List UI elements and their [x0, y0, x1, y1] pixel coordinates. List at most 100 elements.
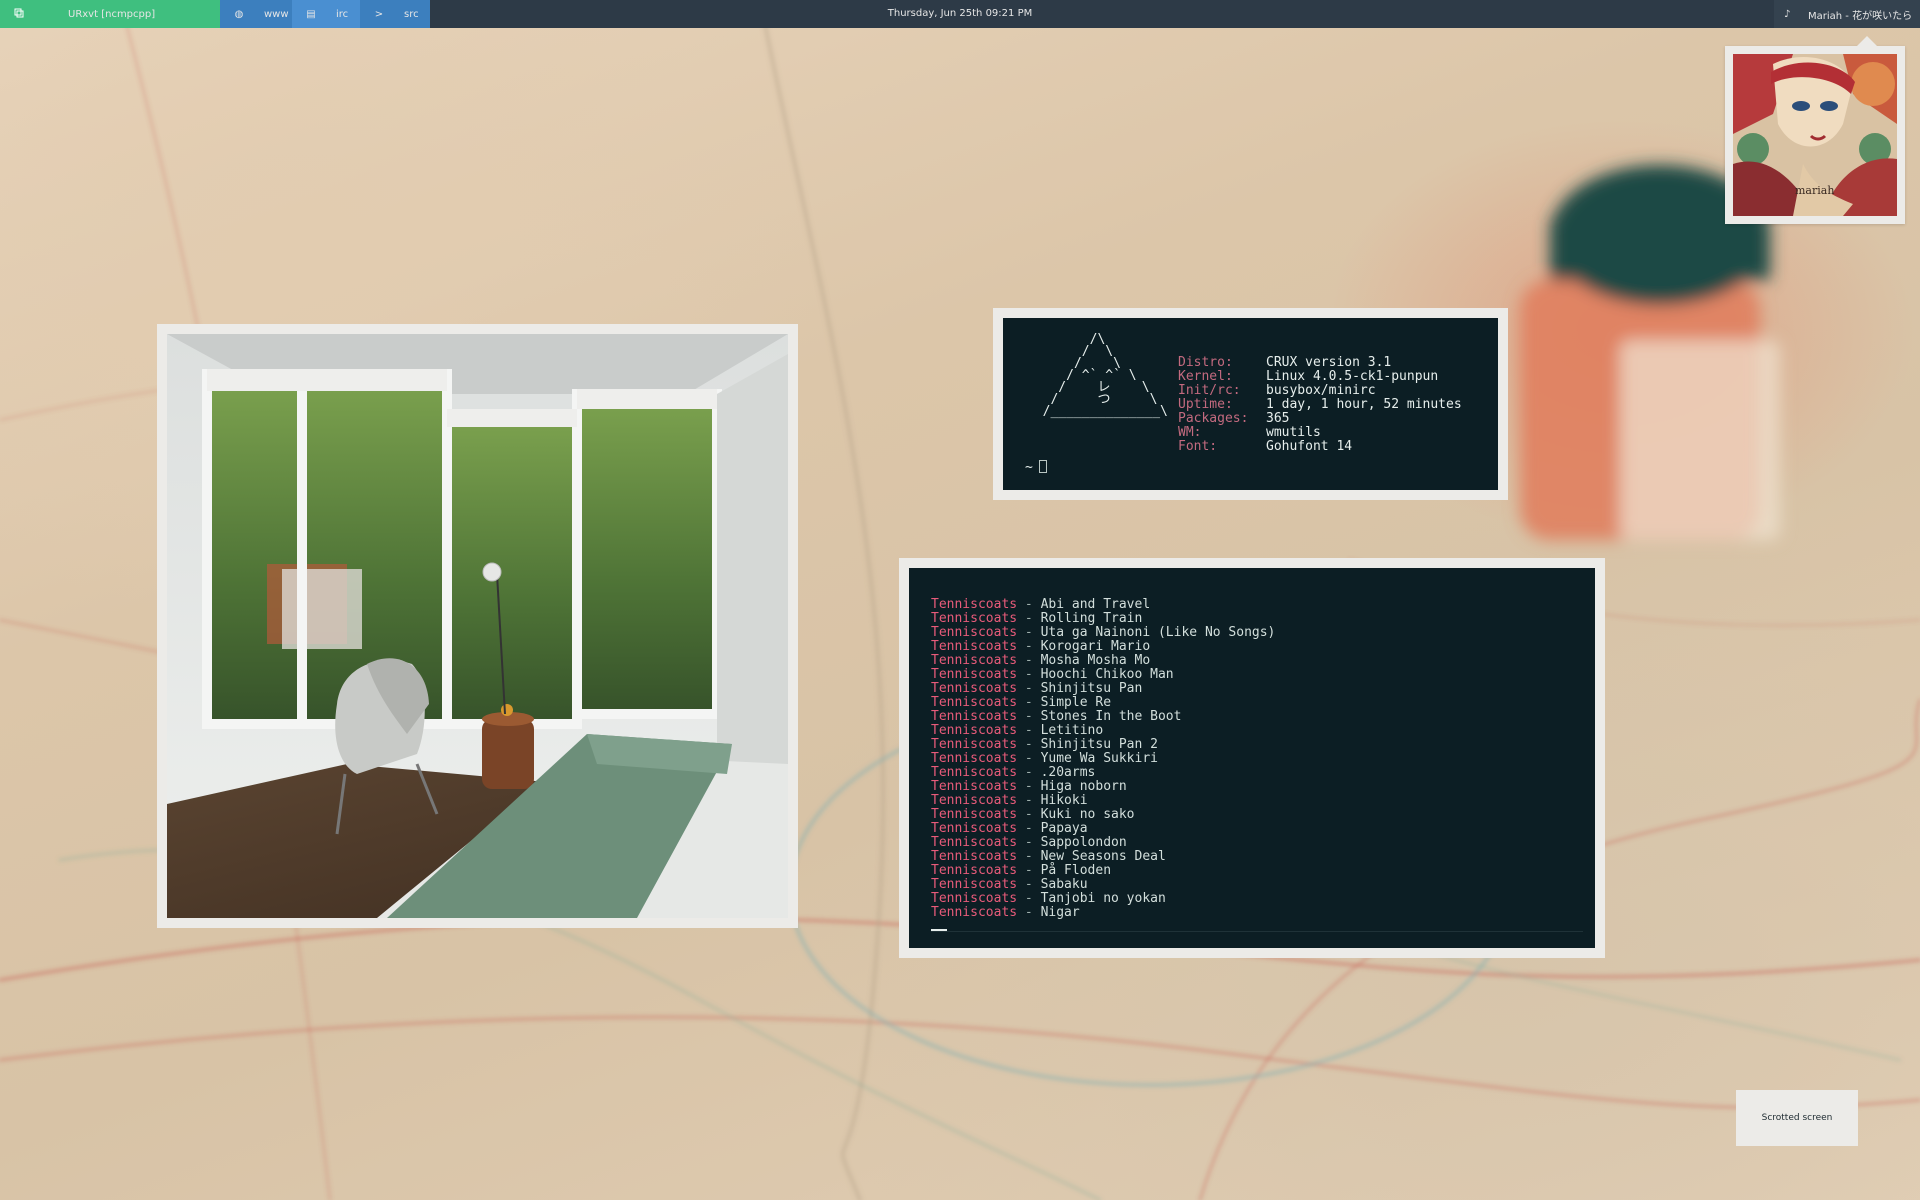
playlist-row[interactable]: Tenniscoats - Abi and Travel — [931, 598, 1275, 612]
track-title: New Seasons Deal — [1040, 849, 1166, 864]
track-title: Nigar — [1040, 905, 1080, 920]
track-title: På Floden — [1040, 863, 1112, 878]
playlist-row[interactable]: Tenniscoats - Papaya — [931, 822, 1275, 836]
track-separator: - — [1017, 821, 1041, 836]
track-separator: - — [1017, 737, 1041, 752]
info-key: Packages: — [1178, 411, 1249, 426]
track-title: Higa noborn — [1040, 779, 1127, 794]
track-title: Sabaku — [1040, 877, 1088, 892]
info-value: wmutils — [1266, 425, 1321, 440]
playlist-row[interactable]: Tenniscoats - Yume Wa Sukkiri — [931, 752, 1275, 766]
info-row-distro: Distro: CRUX version 3.1 — [1178, 356, 1462, 370]
track-title: Rolling Train — [1040, 611, 1143, 626]
track-artist: Tenniscoats — [931, 695, 1018, 710]
playlist-row[interactable]: Tenniscoats - Higa noborn — [931, 780, 1275, 794]
track-separator: - — [1017, 807, 1041, 822]
track-artist: Tenniscoats — [931, 905, 1018, 920]
album-cover-lettering: mariah — [1795, 184, 1834, 197]
track-title: Simple Re — [1040, 695, 1112, 710]
track-separator: - — [1017, 667, 1041, 682]
playlist-row[interactable]: Tenniscoats - Shinjitsu Pan 2 — [931, 738, 1275, 752]
track-separator: - — [1017, 709, 1041, 724]
info-key: Init/rc: — [1178, 383, 1241, 398]
track-separator: - — [1017, 877, 1041, 892]
track-artist: Tenniscoats — [931, 737, 1018, 752]
playlist-row[interactable]: Tenniscoats - Korogari Mario — [931, 640, 1275, 654]
track-artist: Tenniscoats — [931, 639, 1018, 654]
top-bar: URxvt [ncmpcpp] ◍ www ▤ irc > src Thursd… — [0, 0, 1920, 28]
playlist-row[interactable]: Tenniscoats - Hikoki — [931, 794, 1275, 808]
track-artist: Tenniscoats — [931, 835, 1018, 850]
track-title: Papaya — [1040, 821, 1088, 836]
track-artist: Tenniscoats — [931, 779, 1018, 794]
track-title: .20arms — [1040, 765, 1096, 780]
info-key: WM: — [1178, 425, 1202, 440]
info-row-init: Init/rc: busybox/minirc — [1178, 384, 1462, 398]
playlist-row[interactable]: Tenniscoats - Tanjobi no yokan — [931, 892, 1275, 906]
playlist-row[interactable]: Tenniscoats - .20arms — [931, 766, 1275, 780]
track-artist: Tenniscoats — [931, 667, 1018, 682]
track-artist: Tenniscoats — [931, 681, 1018, 696]
shell-prompt[interactable]: ~ — [1025, 460, 1047, 475]
track-title: Shinjitsu Pan — [1040, 681, 1143, 696]
playlist-row[interactable]: Tenniscoats - På Floden — [931, 864, 1275, 878]
track-artist: Tenniscoats — [931, 709, 1018, 724]
info-value: CRUX version 3.1 — [1266, 355, 1392, 370]
playlist-row[interactable]: Tenniscoats - Hoochi Chikoo Man — [931, 668, 1275, 682]
info-value: 1 day, 1 hour, 52 minutes — [1266, 397, 1462, 412]
ncmpcpp-window[interactable]: Tenniscoats - Abi and Travel Tenniscoats … — [899, 558, 1605, 958]
track-separator: - — [1017, 681, 1041, 696]
track-separator: - — [1017, 597, 1041, 612]
track-separator: - — [1017, 891, 1041, 906]
track-artist: Tenniscoats — [931, 863, 1018, 878]
track-separator: - — [1017, 849, 1041, 864]
playlist-row[interactable]: Tenniscoats - Shinjitsu Pan — [931, 682, 1275, 696]
track-title: Yume Wa Sukkiri — [1040, 751, 1158, 766]
playlist-terminal[interactable]: Tenniscoats - Abi and Travel Tenniscoats … — [909, 568, 1595, 948]
playlist-row[interactable]: Tenniscoats - Rolling Train — [931, 612, 1275, 626]
track-artist: Tenniscoats — [931, 807, 1018, 822]
fetch-terminal-window[interactable]: /\ / \ / \ / ^` ^` \ / レ \ / つ \ /______… — [993, 308, 1508, 500]
playlist-row[interactable]: Tenniscoats - Kuki no sako — [931, 808, 1275, 822]
info-row-font: Font: Gohufont 14 — [1178, 440, 1462, 454]
playlist-row[interactable]: Tenniscoats - Letitino — [931, 724, 1275, 738]
playlist-row[interactable]: Tenniscoats - Sappolondon — [931, 836, 1275, 850]
photo-viewer[interactable] — [157, 324, 798, 928]
track-title: Letitino — [1040, 723, 1104, 738]
info-value: 365 — [1266, 411, 1290, 426]
track-artist: Tenniscoats — [931, 611, 1018, 626]
text-cursor — [1038, 460, 1047, 473]
track-title: Tanjobi no yokan — [1040, 891, 1166, 906]
now-playing-title: Mariah - 花が咲いたら — [1808, 10, 1913, 22]
track-separator: - — [1017, 751, 1041, 766]
playlist-row[interactable]: Tenniscoats - Nigar — [931, 906, 1275, 920]
track-artist: Tenniscoats — [931, 877, 1018, 892]
clock: Thursday, Jun 25th 09:21 PM — [887, 8, 1033, 19]
track-artist: Tenniscoats — [931, 597, 1018, 612]
track-title: Kuki no sako — [1040, 807, 1135, 822]
track-title: Korogari Mario — [1040, 639, 1151, 654]
info-value: Linux 4.0.5-ck1-punpun — [1266, 369, 1439, 384]
playlist-row[interactable]: Tenniscoats - New Seasons Deal — [931, 850, 1275, 864]
playlist-row[interactable]: Tenniscoats - Simple Re — [931, 696, 1275, 710]
notification[interactable]: Scrotted screen — [1736, 1090, 1858, 1146]
text-cursor — [931, 929, 947, 931]
fetch-terminal[interactable]: /\ / \ / \ / ^` ^` \ / レ \ / つ \ /______… — [1003, 318, 1498, 490]
info-value: Gohufont 14 — [1266, 439, 1353, 454]
track-title: Hikoki — [1040, 793, 1088, 808]
track-artist: Tenniscoats — [931, 849, 1018, 864]
music-note-icon: ♪ — [1784, 8, 1791, 20]
track-title: Abi and Travel — [1040, 597, 1151, 612]
room-photo — [167, 334, 788, 918]
track-separator: - — [1017, 639, 1041, 654]
track-title: Stones In the Boot — [1040, 709, 1182, 724]
playlist-row[interactable]: Tenniscoats - Sabaku — [931, 878, 1275, 892]
playlist[interactable]: Tenniscoats - Abi and Travel Tenniscoats … — [931, 598, 1275, 920]
info-key: Distro: — [1178, 355, 1233, 370]
playlist-row[interactable]: Tenniscoats - Uta ga Nainoni (Like No So… — [931, 626, 1275, 640]
track-title: Hoochi Chikoo Man — [1040, 667, 1174, 682]
status-line — [931, 931, 1583, 932]
playlist-row[interactable]: Tenniscoats - Mosha Mosha Mo — [931, 654, 1275, 668]
playlist-row[interactable]: Tenniscoats - Stones In the Boot — [931, 710, 1275, 724]
now-playing[interactable]: ♪ Mariah - 花が咲いたら — [1774, 0, 1920, 28]
